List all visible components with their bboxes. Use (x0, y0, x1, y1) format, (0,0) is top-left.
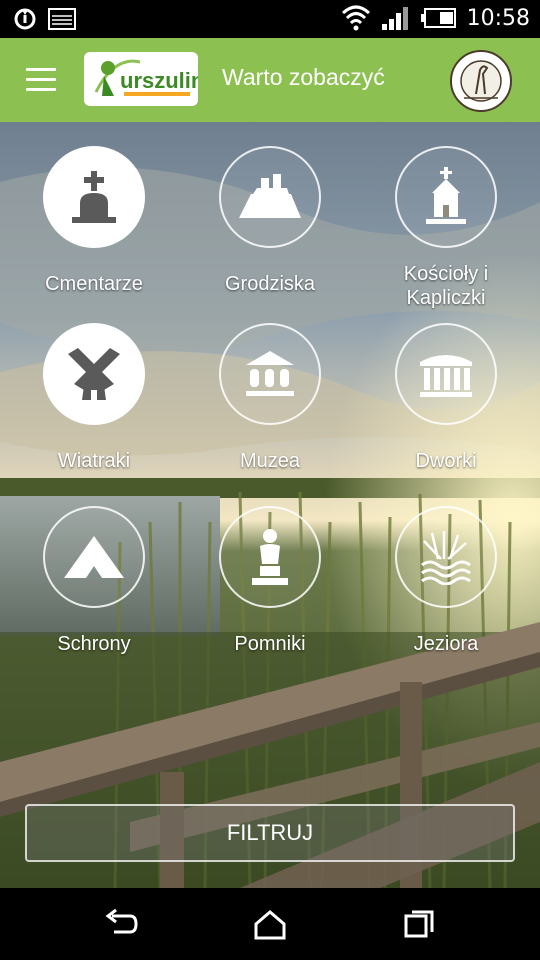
category-circle[interactable] (219, 146, 321, 248)
category-circle[interactable] (219, 323, 321, 425)
category-label: Muzea (239, 450, 301, 472)
category-pomniki[interactable]: Pomniki (182, 506, 358, 656)
signal-icon (381, 7, 408, 30)
category-cmentarze[interactable]: Cmentarze (6, 146, 182, 296)
category-wiatraki[interactable]: Wiatraki (6, 323, 182, 473)
category-circle[interactable] (43, 146, 145, 248)
category-circle[interactable] (395, 506, 497, 608)
navigation-bar (0, 888, 540, 960)
windmill-icon (68, 348, 120, 400)
battery-icon (420, 8, 456, 28)
turszulin-logo: urszulin (84, 52, 198, 106)
status-bar: 10:58 (0, 0, 540, 38)
hamburger-menu-icon[interactable] (26, 68, 56, 92)
category-circle[interactable] (395, 146, 497, 248)
fortress-icon (239, 174, 301, 218)
filter-button[interactable]: FILTRUJ (25, 804, 515, 862)
app-bar: urszulin Warto zobaczyć (0, 38, 540, 122)
monument-icon (252, 529, 288, 585)
shelter-icon (64, 536, 124, 578)
page-title: Warto zobaczyć (222, 64, 385, 90)
category-label: Cmentarze (45, 273, 143, 295)
category-circle[interactable] (43, 323, 145, 425)
category-label: Pomniki (234, 633, 306, 655)
category-label: Grodziska (224, 273, 316, 295)
museum-icon (246, 351, 294, 396)
category-grodziska[interactable]: Grodziska (182, 146, 358, 296)
home-icon[interactable] (250, 908, 290, 940)
recent-apps-icon[interactable] (398, 908, 438, 940)
image-notification-icon (48, 8, 76, 30)
category-label: Kościoły i Kapliczki (403, 263, 489, 309)
sync-icon (14, 8, 36, 30)
category-schrony[interactable]: Schrony (6, 506, 182, 656)
manor-icon (420, 355, 472, 397)
back-icon[interactable] (100, 908, 140, 940)
category-dworki[interactable]: Dworki (358, 323, 534, 473)
category-circle[interactable] (43, 506, 145, 608)
category-koscioly-kapliczki[interactable]: Kościoły i Kapliczki (358, 146, 534, 310)
status-time: 10:58 (466, 5, 530, 31)
lake-icon (421, 531, 471, 585)
tombstone-icon (72, 171, 116, 223)
svg-text:urszulin: urszulin (120, 68, 198, 93)
category-label: Jeziora (413, 633, 479, 655)
category-circle[interactable] (219, 506, 321, 608)
category-muzea[interactable]: Muzea (182, 323, 358, 473)
park-emblem-logo (450, 50, 512, 112)
category-circle[interactable] (395, 323, 497, 425)
category-label: Wiatraki (57, 450, 131, 472)
category-label: Schrony (57, 633, 131, 655)
category-jeziora[interactable]: Jeziora (358, 506, 534, 656)
wifi-icon (341, 5, 370, 31)
category-label: Dworki (415, 450, 477, 472)
church-icon (426, 167, 466, 224)
